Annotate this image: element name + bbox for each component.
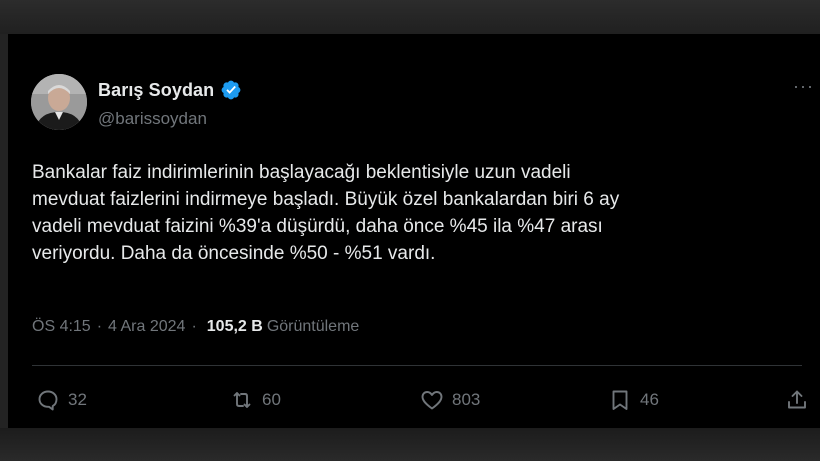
divider [32,365,802,366]
reply-button[interactable]: 32 [36,386,87,414]
top-backdrop [0,0,820,34]
repost-button[interactable]: 60 [230,386,281,414]
reply-icon [38,390,58,411]
separator-dot: · [96,318,103,335]
avatar[interactable] [31,74,87,130]
author-display-name[interactable]: Barış Soydan [98,80,214,101]
heart-icon [421,391,443,410]
share-icon [788,390,806,409]
verified-badge-icon[interactable] [220,79,242,101]
reply-count: 32 [68,390,87,409]
like-count: 803 [452,390,481,409]
tweet-text-line: Bankalar faiz indirimlerinin başlayacağı… [32,162,571,183]
tweet-text-line: veriyordu. Daha da öncesinde %50 - %51 v… [32,243,436,264]
repost-count: 60 [262,390,281,409]
repost-icon [233,392,251,408]
tweet-text: Bankalar faiz indirimlerinin başlayacağı… [32,159,792,267]
avatar-photo [31,74,87,130]
tweet-card: Barış Soydan @barissoydan ··· Bankalar f… [8,34,820,428]
action-bar: 32 60 803 46 [8,386,820,414]
tweet-date[interactable]: 4 Ara 2024 [108,318,185,336]
tweet-time[interactable]: ÖS 4:15 [32,318,91,336]
bookmark-count: 46 [640,390,659,409]
tweet-text-line: mevduat faizlerini indirmeye başladı. Bü… [32,189,620,210]
views-count: 105,2 B [206,318,263,335]
bookmark-button[interactable]: 46 [608,386,659,414]
share-button[interactable] [785,386,809,414]
tweet-text-line: vadeli mevduat faizini %39'a düşürdü, da… [32,216,603,237]
author-handle[interactable]: @barissoydan [98,109,207,129]
separator-dot: · [191,318,197,335]
author-name-row: Barış Soydan [98,79,242,101]
more-icon[interactable]: ··· [793,77,817,96]
like-button[interactable]: 803 [420,386,480,414]
bottom-backdrop [0,428,820,461]
views-label: Görüntüleme [266,318,360,335]
tweet-meta: ÖS 4:15 · 4 Ara 2024 · 105,2 B Görüntüle… [32,318,359,336]
bookmark-icon [612,390,628,410]
